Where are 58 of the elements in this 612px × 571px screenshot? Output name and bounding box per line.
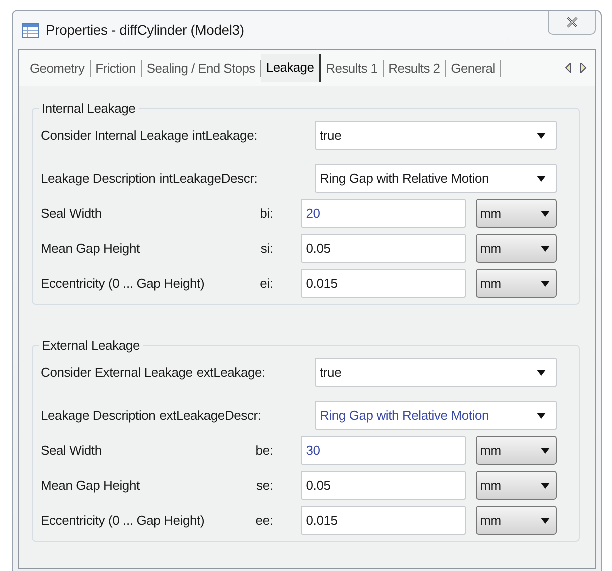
close-icon bbox=[566, 17, 578, 28]
tab[interactable]: Results 1 bbox=[321, 60, 384, 76]
caret-icon bbox=[541, 482, 550, 488]
parameter-name: se: bbox=[256, 476, 274, 495]
field-label: Leakage Description bbox=[41, 406, 156, 425]
caret-icon bbox=[537, 370, 546, 376]
tab[interactable]: Results 2 bbox=[384, 60, 446, 76]
caret-icon bbox=[537, 412, 546, 418]
parameter-name: intLeakage: bbox=[192, 126, 258, 145]
unit-dropdown[interactable]: mm bbox=[476, 506, 557, 535]
input-field[interactable]: 20 bbox=[301, 199, 466, 228]
parameter-name: be: bbox=[256, 442, 274, 460]
input-field[interactable]: 0.015 bbox=[301, 506, 466, 535]
field-label: Eccentricity (0 ... Gap Height) bbox=[41, 274, 205, 293]
field-label: Eccentricity (0 ... Gap Height) bbox=[41, 512, 205, 530]
parameter-name: si: bbox=[260, 240, 274, 258]
field-label: Seal Width bbox=[41, 442, 102, 460]
parameter-name: extLeakage: bbox=[196, 364, 266, 382]
caret-icon bbox=[541, 518, 550, 524]
tab[interactable]: Geometry bbox=[25, 60, 91, 76]
unit-dropdown[interactable]: mm bbox=[476, 234, 557, 263]
tab[interactable]: Friction bbox=[90, 60, 142, 76]
dropdown[interactable]: Ring Gap with Relative Motion bbox=[315, 164, 557, 193]
input-field[interactable]: 30 bbox=[301, 436, 466, 465]
tab[interactable]: General bbox=[446, 60, 502, 76]
field-label: Mean Gap Height bbox=[41, 476, 140, 495]
scroll-left-icon[interactable] bbox=[565, 63, 572, 73]
input-field[interactable]: 0.05 bbox=[301, 234, 466, 263]
caret-icon bbox=[537, 132, 546, 138]
unit-dropdown[interactable]: mm bbox=[476, 436, 557, 465]
scroll-right-icon[interactable] bbox=[580, 63, 587, 73]
dropdown[interactable]: true bbox=[315, 121, 557, 150]
table-icon bbox=[22, 22, 39, 38]
unit-dropdown[interactable]: mm bbox=[476, 199, 557, 228]
field-label: Leakage Description bbox=[41, 170, 156, 188]
field-label: Seal Width bbox=[41, 204, 102, 223]
dropdown[interactable]: true bbox=[315, 358, 557, 387]
parameter-name: intLeakageDescr: bbox=[160, 170, 258, 188]
caret-icon bbox=[541, 210, 550, 216]
close-button[interactable] bbox=[548, 11, 596, 35]
unit-dropdown[interactable]: mm bbox=[476, 269, 557, 298]
parameter-name: ei: bbox=[260, 274, 274, 293]
unit-dropdown[interactable]: mm bbox=[476, 471, 557, 500]
window-title: Properties - diffCylinder (Model3) bbox=[46, 20, 244, 40]
caret-icon bbox=[541, 246, 550, 252]
input-field[interactable]: 0.015 bbox=[301, 269, 466, 298]
dropdown[interactable]: Ring Gap with Relative Motion bbox=[315, 401, 557, 430]
field-label: Consider Internal Leakage bbox=[41, 126, 188, 145]
caret-icon bbox=[537, 176, 546, 182]
field-label: Consider External Leakage bbox=[41, 364, 193, 382]
caret-icon bbox=[541, 448, 550, 454]
field-label: Mean Gap Height bbox=[41, 240, 140, 258]
caret-icon bbox=[541, 280, 550, 286]
parameter-name: ee: bbox=[256, 512, 274, 530]
input-field[interactable]: 0.05 bbox=[301, 471, 466, 500]
tab[interactable]: Leakage bbox=[261, 54, 322, 82]
parameter-name: bi: bbox=[260, 204, 274, 223]
parameter-name: extLeakageDescr: bbox=[160, 406, 262, 425]
